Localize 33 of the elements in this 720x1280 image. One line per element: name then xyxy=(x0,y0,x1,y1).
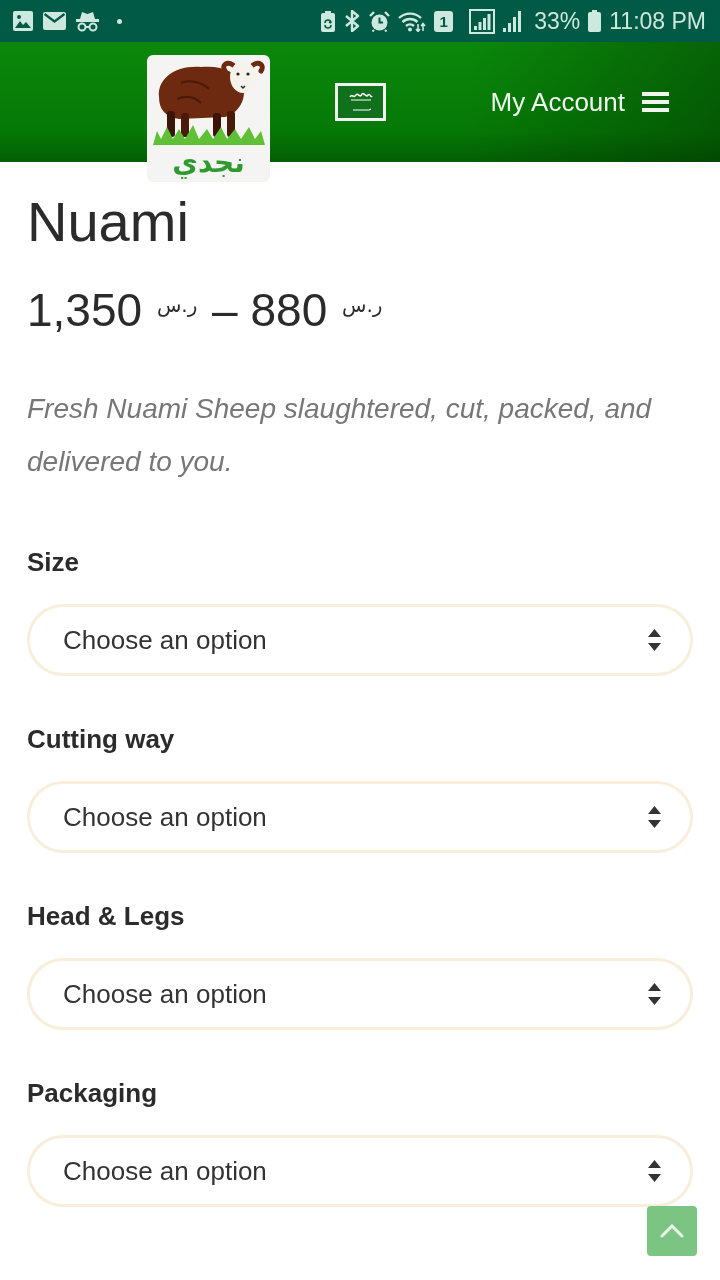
battery-icon xyxy=(588,10,602,32)
dot-icon xyxy=(117,18,122,24)
sort-arrows-icon xyxy=(648,1160,661,1182)
my-account-link[interactable]: My Account xyxy=(490,86,625,118)
incognito-icon xyxy=(76,10,99,32)
chevron-up-icon xyxy=(660,1224,684,1238)
option-label: Cutting way xyxy=(27,723,175,755)
signal-icon xyxy=(469,8,496,34)
option-select[interactable]: Choose an option xyxy=(27,958,693,1030)
sort-arrows-icon xyxy=(648,983,661,1005)
option-select[interactable]: Choose an option xyxy=(27,604,693,676)
sim-slot-label: 1 xyxy=(434,10,454,32)
product-title: Nuami xyxy=(27,189,190,255)
mail-icon xyxy=(43,12,66,30)
option-label: Size xyxy=(27,546,80,578)
flag-icon[interactable] xyxy=(335,83,386,121)
option-label: Head & Legs xyxy=(27,900,185,932)
signal-icon xyxy=(503,10,523,32)
alarm-icon xyxy=(369,10,391,32)
option-label: Packaging xyxy=(27,1077,158,1109)
battery-percentage: 33% xyxy=(534,7,581,35)
bluetooth-icon xyxy=(343,10,362,32)
wifi-icon xyxy=(398,10,427,32)
option-select[interactable]: Choose an option xyxy=(27,781,693,853)
image-icon xyxy=(13,11,33,31)
clock-time: 11:08 PM xyxy=(609,7,706,35)
option-select[interactable]: Choose an option xyxy=(27,1135,693,1207)
sort-arrows-icon xyxy=(648,629,661,651)
sort-arrows-icon xyxy=(648,806,661,828)
logo-text: نجدي xyxy=(172,147,245,179)
product-description: Fresh Nuami Sheep slaughtered, cut, packed, and delivered to you. xyxy=(27,392,653,479)
menu-icon[interactable] xyxy=(642,92,669,112)
battery-saver-icon xyxy=(321,10,336,32)
